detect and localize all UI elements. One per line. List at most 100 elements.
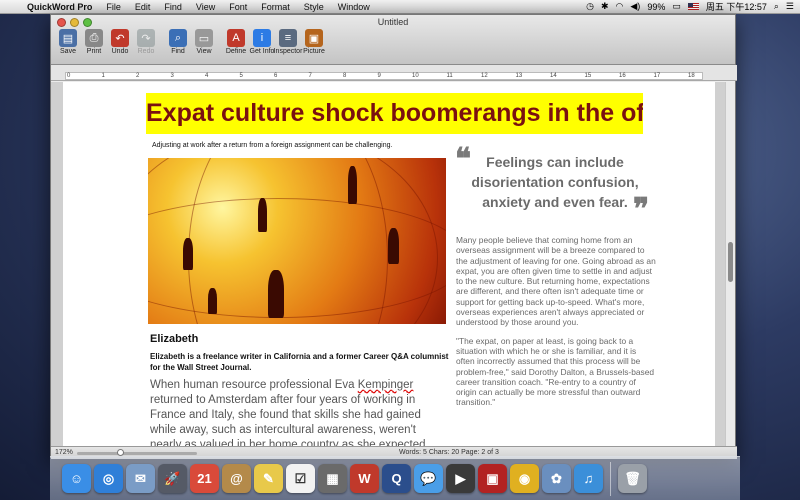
ruler-mark: 18 <box>688 73 695 79</box>
calculator-icon[interactable]: ▦ <box>318 464 347 493</box>
ruler-mark: 6 <box>274 73 278 79</box>
time-machine-icon[interactable]: ◷ <box>586 1 594 12</box>
dock-separator <box>610 461 611 496</box>
scrollbar-thumb[interactable] <box>728 242 733 282</box>
zoom-level[interactable]: 172% <box>55 449 73 456</box>
find-icon: ⌕ <box>169 29 187 47</box>
ruler-mark: 16 <box>619 73 626 79</box>
bluetooth-icon[interactable]: ✱ <box>601 1 609 12</box>
headline[interactable]: Expat culture shock boomerangs in the of… <box>146 93 643 134</box>
get-info-button[interactable]: i Get Info <box>249 29 275 55</box>
ruler-track <box>65 72 703 80</box>
quicktime-icon[interactable]: Q <box>382 464 411 493</box>
body-paragraph[interactable]: "The expat, on paper at least, is going … <box>456 336 656 408</box>
safari-icon[interactable]: ◎ <box>94 464 123 493</box>
document-page[interactable]: Expat culture shock boomerangs in the of… <box>63 82 715 446</box>
close-quote-icon: ❞ <box>633 192 650 227</box>
print-icon: ⎙ <box>85 29 103 47</box>
menu-window[interactable]: Window <box>331 2 377 12</box>
ruler-mark: 5 <box>239 73 243 79</box>
wifi-icon[interactable]: ◠ <box>616 1 624 12</box>
reminders-icon[interactable]: ☑ <box>286 464 315 493</box>
spotlight-icon[interactable]: ⌕ <box>774 1 779 12</box>
battery-icon[interactable]: ▭ <box>672 1 681 12</box>
contacts-icon[interactable]: @ <box>222 464 251 493</box>
word-count: Words: 5 Chars: 20 Page: 2 of 3 <box>399 449 499 456</box>
battery-percent[interactable]: 99% <box>647 2 665 12</box>
calendar-icon[interactable]: 21 <box>190 464 219 493</box>
zoom-slider-knob[interactable] <box>117 449 124 456</box>
toolbar-label: Find <box>171 48 185 55</box>
toolbar-label: Redo <box>137 48 155 55</box>
ruler-mark: 3 <box>170 73 174 79</box>
toolbar-label: Save <box>60 48 76 55</box>
messages-icon[interactable]: 💬 <box>414 464 443 493</box>
toolbar-label: Inspector <box>273 48 303 55</box>
silhouette-figure <box>208 288 217 314</box>
lead-text: returned to Amsterdam after four years o… <box>150 394 429 446</box>
print-button[interactable]: ⎙ Print <box>81 29 107 55</box>
iphoto-icon[interactable]: ✿ <box>542 464 571 493</box>
inspector-button[interactable]: ≡ Inspector <box>273 29 303 55</box>
chrome-icon[interactable]: ◉ <box>510 464 539 493</box>
toolbar-label: Define <box>225 48 247 55</box>
redo-icon: ↷ <box>137 29 155 47</box>
define-button[interactable]: A Define <box>223 29 249 55</box>
zoom-slider[interactable] <box>77 449 197 456</box>
body-column[interactable]: Many people believe that coming home fro… <box>456 235 656 416</box>
toolbar-label: Print <box>86 48 102 55</box>
ruler-mark: 10 <box>412 73 419 79</box>
mail-icon[interactable]: ✉ <box>126 464 155 493</box>
toolbar-label: Picture <box>303 48 325 55</box>
trash-icon[interactable]: 🗑 <box>618 464 647 493</box>
menu-style[interactable]: Style <box>297 2 331 12</box>
menu-view[interactable]: View <box>189 2 222 12</box>
find-button[interactable]: ⌕ Find <box>165 29 191 55</box>
silhouette-figure <box>258 198 267 232</box>
menu-edit[interactable]: Edit <box>128 2 158 12</box>
menu-clock[interactable]: 周五 下午12:57 <box>706 0 767 13</box>
finder-icon[interactable]: ☺ <box>62 464 91 493</box>
ruler-mark: 1 <box>101 73 105 79</box>
author-name[interactable]: Elizabeth <box>150 333 198 345</box>
undo-button[interactable]: ↶ Undo <box>107 29 133 55</box>
toolbar-label: Get Info <box>249 48 275 55</box>
menu-format[interactable]: Format <box>254 2 297 12</box>
menu-file[interactable]: File <box>99 2 128 12</box>
view-button[interactable]: ▭ View <box>191 29 217 55</box>
globe-photo[interactable] <box>148 158 446 324</box>
ruler-mark: 4 <box>205 73 209 79</box>
ruler[interactable]: 0 1 2 3 4 5 6 7 8 9 10 11 12 13 14 15 16 17 18 <box>51 65 737 81</box>
redo-button[interactable]: ↷ Redo <box>133 29 159 55</box>
launchpad-icon[interactable]: 🚀 <box>158 464 187 493</box>
picture-button[interactable]: ▣ Picture <box>301 29 327 55</box>
save-button[interactable]: ▤ Save <box>55 29 81 55</box>
input-source-flag-icon[interactable] <box>687 3 699 10</box>
pull-quote[interactable]: Feelings can include disorientation conf… <box>455 152 655 212</box>
volume-icon[interactable]: ◀) <box>630 1 640 12</box>
menu-font[interactable]: Font <box>222 2 254 12</box>
menu-bar: QuickWord Pro File Edit Find View Font F… <box>0 0 800 14</box>
undo-icon: ↶ <box>111 29 129 47</box>
app-menu[interactable]: QuickWord Pro <box>20 2 99 12</box>
define-icon: A <box>227 29 245 47</box>
toolbar-label: View <box>196 48 212 55</box>
facetime-icon[interactable]: ▶ <box>446 464 475 493</box>
vertical-scrollbar[interactable] <box>725 82 735 446</box>
menu-find[interactable]: Find <box>157 2 189 12</box>
lead-paragraph[interactable]: When human resource professional Eva Kem… <box>150 378 450 446</box>
title-bar: Untitled ▤ Save ⎙ Print ↶ Undo ↷ Redo ⌕ Find ▭ View… <box>51 15 735 65</box>
silhouette-figure <box>388 228 399 264</box>
body-paragraph[interactable]: Many people believe that coming home fro… <box>456 235 656 328</box>
word-icon[interactable]: W <box>350 464 379 493</box>
view-icon: ▭ <box>195 29 213 47</box>
itunes-icon[interactable]: ♫ <box>574 464 603 493</box>
notes-icon[interactable]: ✎ <box>254 464 283 493</box>
notification-center-icon[interactable]: ☰ <box>786 1 794 12</box>
author-bio[interactable]: Elizabeth is a freelance writer in Calif… <box>150 351 450 373</box>
info-icon: i <box>253 29 271 47</box>
image-caption[interactable]: Adjusting at work after a return from a … <box>152 142 392 149</box>
ruler-mark: 2 <box>136 73 140 79</box>
photobooth-icon[interactable]: ▣ <box>478 464 507 493</box>
misspelled-word[interactable]: Kempinger <box>358 379 414 391</box>
